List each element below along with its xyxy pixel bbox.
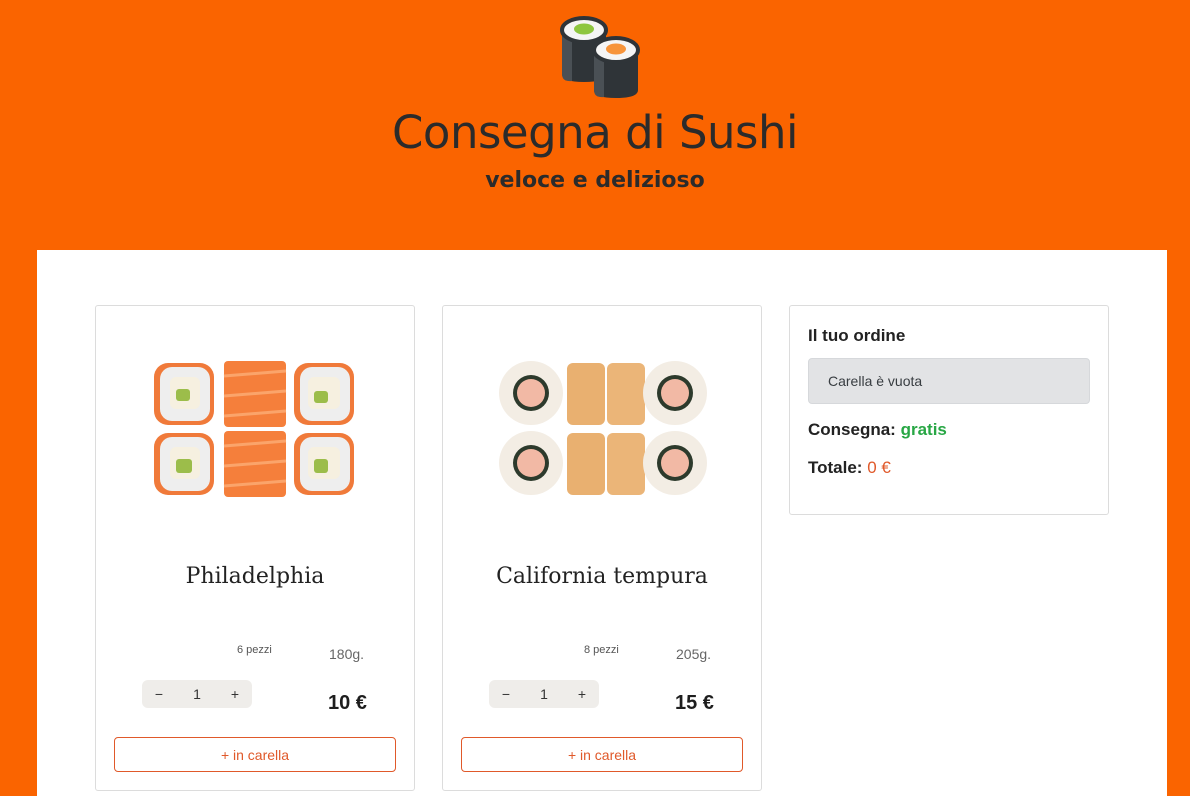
increase-button[interactable]: +: [575, 686, 589, 702]
quantity-value: 1: [540, 686, 548, 702]
main-content: Philadelphia 6 pezzi 180g. − 1 + 10 € + …: [37, 250, 1167, 796]
total-label: Totale:: [808, 458, 863, 477]
total-value: 0 €: [867, 458, 891, 477]
product-card: California tempura 8 pezzi 205g. − 1 + 1…: [442, 305, 762, 791]
add-to-cart-button[interactable]: + in carella: [114, 737, 396, 772]
product-image-california-tempura: [499, 361, 707, 495]
decrease-button[interactable]: −: [499, 686, 513, 702]
quantity-value: 1: [193, 686, 201, 702]
product-card: Philadelphia 6 pezzi 180g. − 1 + 10 € + …: [95, 305, 415, 791]
quantity-stepper: − 1 +: [489, 680, 599, 708]
cart-empty-alert: Carella è vuota: [808, 358, 1090, 404]
product-title: Philadelphia: [185, 564, 325, 589]
header: Consegna di Sushi veloce e delizioso: [0, 0, 1190, 250]
order-title: Il tuo ordine: [808, 326, 906, 345]
delivery-info: Consegna: gratis: [808, 420, 947, 440]
product-weight: 180g.: [329, 646, 365, 662]
product-pieces: 6 pezzi: [237, 644, 272, 656]
product-image-philadelphia: [154, 361, 354, 497]
product-pieces: 8 pezzi: [584, 644, 619, 656]
delivery-label: Consegna:: [808, 420, 896, 439]
order-panel: Il tuo ordine Carella è vuota Consegna: …: [789, 305, 1109, 515]
product-title: California tempura: [496, 564, 708, 589]
product-weight: 205g.: [676, 646, 712, 662]
delivery-value: gratis: [900, 420, 947, 439]
page-subtitle: veloce e delizioso: [485, 168, 705, 193]
decrease-button[interactable]: −: [152, 686, 166, 702]
product-price: 15 €: [675, 692, 714, 714]
quantity-stepper: − 1 +: [142, 680, 252, 708]
page-title: Consegna di Sushi: [392, 106, 799, 159]
order-total: Totale: 0 €: [808, 458, 891, 478]
add-to-cart-button[interactable]: + in carella: [461, 737, 743, 772]
sushi-logo-icon: [560, 16, 640, 98]
increase-button[interactable]: +: [228, 686, 242, 702]
product-price: 10 €: [328, 692, 367, 714]
